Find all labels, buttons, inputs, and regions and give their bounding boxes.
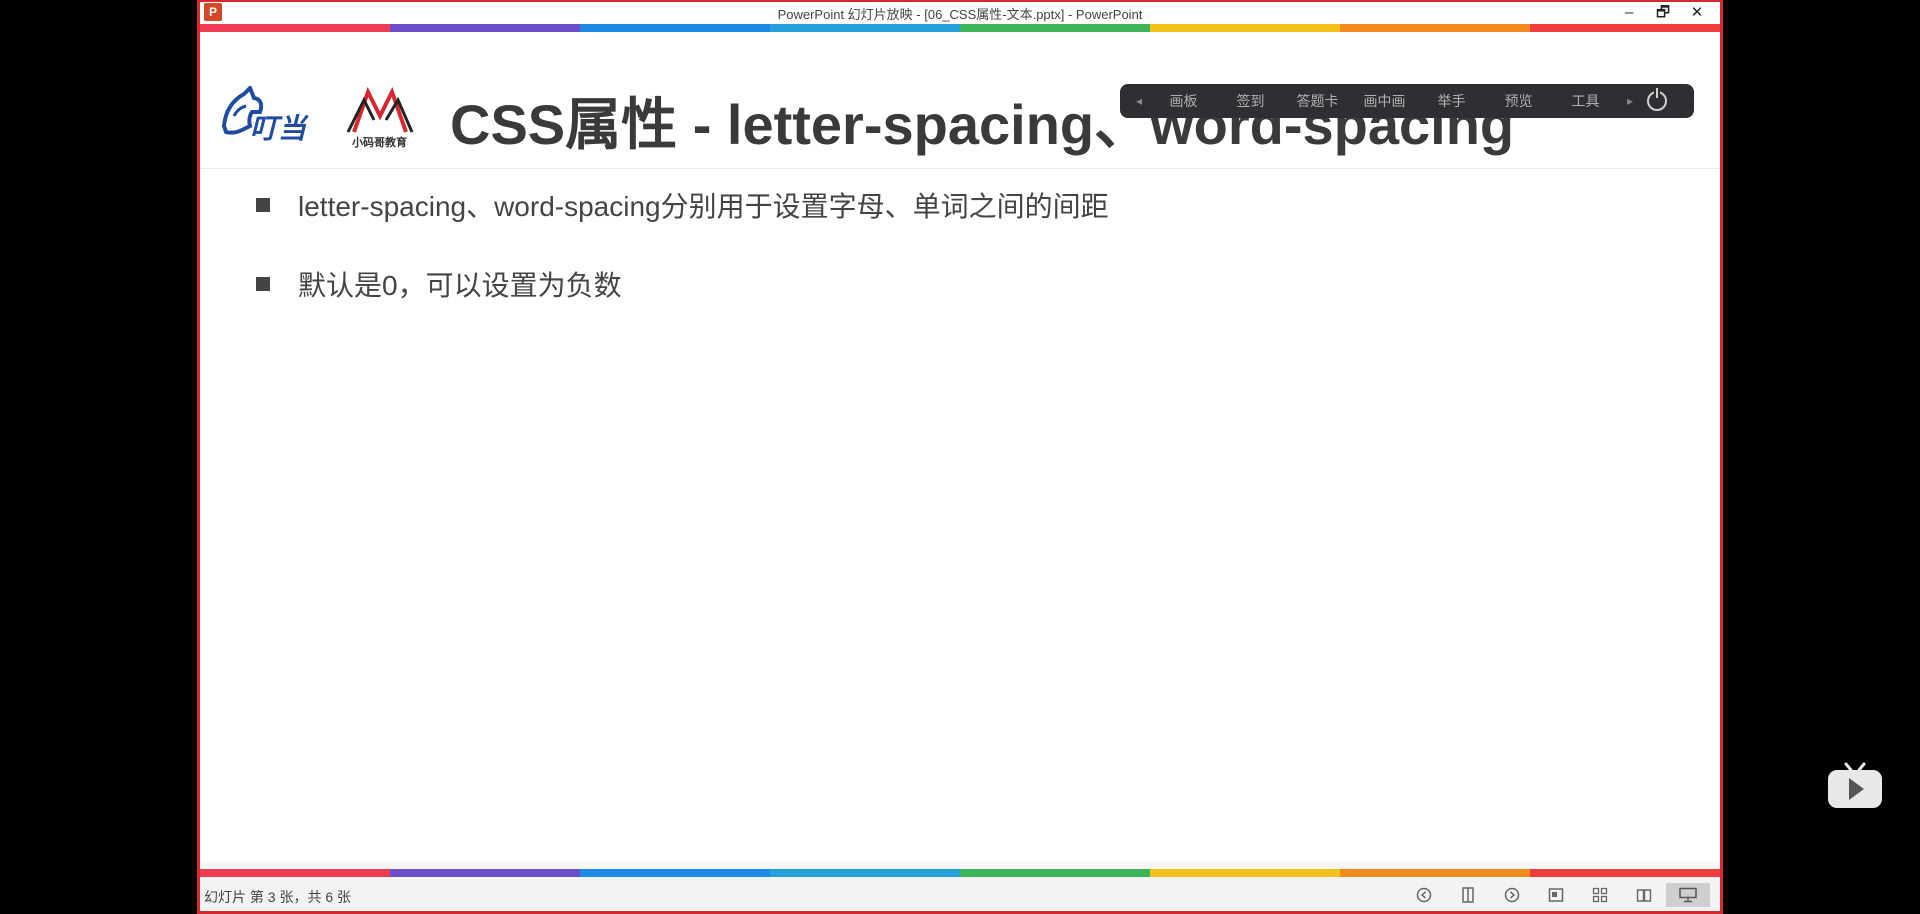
restore-button[interactable]: 🗗 [1646, 2, 1680, 24]
slide-counter: 幻灯片 第 3 张，共 6 张 [204, 889, 352, 905]
previous-slide-icon[interactable] [1402, 883, 1446, 907]
window-title: PowerPoint 幻灯片放映 - [06_CSS属性-文本.pptx] - … [777, 7, 1143, 22]
toolbar-item[interactable]: 举手 [1418, 91, 1485, 111]
power-icon[interactable] [1647, 88, 1667, 111]
slide-menu-icon[interactable] [1446, 883, 1490, 907]
stripe-segment [1340, 869, 1530, 877]
toolbar-item[interactable]: 签到 [1217, 91, 1284, 111]
next-slide-icon[interactable] [1490, 883, 1534, 907]
slide-canvas: 叮当 小码哥教育 CSS属性 - letter-spacing、word-spa… [200, 32, 1720, 861]
xiaomage-logo: 小码哥教育 [346, 86, 414, 149]
bullet-text: letter-spacing、word-spacing分别用于设置字母、单词之间… [298, 191, 1109, 222]
toolbar-item[interactable]: 画中画 [1351, 91, 1418, 111]
stripe-segment [1150, 869, 1340, 877]
stripe-segment [960, 24, 1150, 32]
title-bar: P PowerPoint 幻灯片放映 - [06_CSS属性-文本.pptx] … [200, 0, 1720, 24]
header-divider [200, 168, 1720, 169]
stripe-segment [200, 869, 390, 877]
stripe-segment [770, 869, 960, 877]
stripe-segment [1150, 24, 1340, 32]
logo-caption: 小码哥教育 [351, 135, 407, 149]
toolbar-item[interactable]: 画板 [1150, 91, 1217, 111]
normal-view-icon[interactable] [1534, 883, 1578, 907]
close-button[interactable]: ✕ [1680, 2, 1714, 24]
stripe-segment [1530, 869, 1720, 877]
play-icon[interactable] [1826, 760, 1884, 810]
stripe-segment [390, 24, 580, 32]
toolbar-left-arrow-icon[interactable]: ◂ [1128, 94, 1150, 108]
bullet-text: 默认是0，可以设置为负数 [298, 270, 622, 301]
bullet-square-icon [256, 198, 270, 212]
toolbar-item[interactable]: 答题卡 [1284, 91, 1351, 111]
stripe-segment [1340, 24, 1530, 32]
stripe-segment [390, 869, 580, 877]
powerpoint-window: P PowerPoint 幻灯片放映 - [06_CSS属性-文本.pptx] … [197, 0, 1723, 914]
bullet-item: letter-spacing、word-spacing分别用于设置字母、单词之间… [256, 185, 1109, 225]
window-controls: – 🗗 ✕ [1612, 2, 1714, 24]
bullet-square-icon [256, 277, 270, 291]
stripe-segment [1530, 24, 1720, 32]
dingdang-logo: 叮当 [221, 86, 309, 144]
status-controls [1402, 883, 1710, 907]
stripe-segment [580, 869, 770, 877]
top-color-stripe [200, 24, 1720, 32]
slideshow-view-icon[interactable] [1666, 883, 1710, 907]
status-bar: 幻灯片 第 3 张，共 6 张 [200, 877, 1720, 911]
minimize-button[interactable]: – [1612, 2, 1646, 24]
bullet-item: 默认是0，可以设置为负数 [256, 264, 622, 304]
classroom-toolbar: ◂ 画板 签到 答题卡 画中画 举手 预览 工具 ▸ [1120, 84, 1694, 118]
stripe-segment [580, 24, 770, 32]
reading-view-icon[interactable] [1622, 883, 1666, 907]
stripe-segment [200, 24, 390, 32]
bottom-color-stripe [200, 869, 1720, 877]
toolbar-right-arrow-icon[interactable]: ▸ [1619, 94, 1641, 108]
svg-text:叮当: 叮当 [250, 113, 309, 144]
stripe-segment [960, 869, 1150, 877]
stripe-segment [770, 24, 960, 32]
slide-sorter-icon[interactable] [1578, 883, 1622, 907]
toolbar-item[interactable]: 工具 [1552, 91, 1619, 111]
toolbar-item[interactable]: 预览 [1485, 91, 1552, 111]
